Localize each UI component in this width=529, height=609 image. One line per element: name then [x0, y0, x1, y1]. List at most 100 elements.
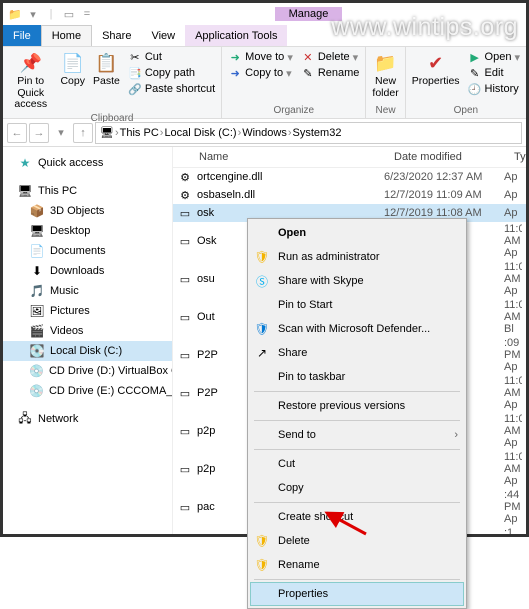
this-pc[interactable]: 🖥This PC	[3, 181, 172, 201]
pin-to-quick-access-button[interactable]: 📌 Pin to Quick access	[7, 49, 54, 113]
nav-sidebar: ★Quick access 🖥This PC 📦3D Objects🖥Deskt…	[3, 147, 173, 534]
ctx-separator	[254, 449, 460, 450]
network-icon: 🖧	[17, 411, 33, 427]
properties-button[interactable]: ✔ Properties	[410, 49, 462, 90]
shield-icon: 🛡	[254, 533, 270, 549]
delete-button[interactable]: ✕Delete▾	[299, 49, 362, 65]
sidebar-item[interactable]: 🖼Pictures	[3, 301, 172, 321]
qat-item-icon[interactable]: ▭	[61, 6, 77, 22]
paste-shortcut-button[interactable]: 🔗Paste shortcut	[126, 81, 217, 97]
crumb-this-pc[interactable]: This PC	[120, 127, 159, 139]
ctx-share-skype[interactable]: ⓈShare with Skype	[250, 269, 464, 293]
ctx-separator	[254, 391, 460, 392]
tab-home[interactable]: Home	[41, 25, 92, 46]
crumb-windows[interactable]: Windows	[242, 127, 287, 139]
up-button[interactable]: ↑	[73, 123, 93, 143]
cut-button[interactable]: ✂Cut	[126, 49, 217, 65]
column-header[interactable]: Name Date modified Ty	[173, 147, 526, 168]
ctx-copy[interactable]: Copy	[250, 476, 464, 500]
ctx-pin-to-taskbar[interactable]: Pin to taskbar	[250, 365, 464, 389]
ctx-run-as-admin[interactable]: 🛡Run as administrator	[250, 245, 464, 269]
copy-icon: 📄	[61, 51, 85, 75]
recent-button[interactable]: ▾	[51, 123, 71, 143]
network[interactable]: 🖧Network	[3, 409, 172, 429]
cut-icon: ✂	[128, 50, 142, 64]
file-row[interactable]: ⚙osbaseln.dll12/7/2019 11:09 AMAp	[173, 186, 526, 204]
contextual-tab-manage[interactable]: Manage	[275, 7, 343, 21]
rename-button[interactable]: ✎Rename	[299, 65, 362, 81]
forward-button[interactable]: →	[29, 123, 49, 143]
copy-button[interactable]: 📄 Copy	[58, 49, 87, 90]
ctx-separator	[254, 579, 460, 580]
open-button[interactable]: ▶Open▾	[466, 49, 522, 65]
sidebar-item[interactable]: 💿CD Drive (E:) CCCOMA_X64FRE_	[3, 381, 172, 401]
tab-share[interactable]: Share	[92, 25, 141, 46]
move-to-button[interactable]: ➜Move to▾	[226, 49, 295, 65]
col-name[interactable]: Name	[173, 147, 388, 167]
ribbon-group-organize: ➜Move to▾ ➜Copy to▾ ✕Delete▾ ✎Rename Org…	[222, 47, 366, 118]
history-button[interactable]: 🕘History	[466, 81, 522, 97]
sidebar-item[interactable]: 📄Documents	[3, 241, 172, 261]
folder-icon: 💽	[29, 343, 45, 359]
paste-shortcut-icon: 🔗	[128, 82, 142, 96]
dropdown-icon: ▾	[353, 51, 359, 64]
sidebar-item[interactable]: 💿CD Drive (D:) VirtualBox Guest A	[3, 361, 172, 381]
ctx-cut[interactable]: Cut	[250, 452, 464, 476]
paste-icon: 📋	[94, 51, 118, 75]
sidebar-item[interactable]: 📦3D Objects	[3, 201, 172, 221]
col-date[interactable]: Date modified	[388, 147, 508, 167]
address-bar[interactable]: 🖥 › This PC› Local Disk (C:)› Windows› S…	[95, 122, 522, 144]
title-bar: 📁 ▾ | ▭ = Manage	[3, 3, 526, 25]
ctx-restore-versions[interactable]: Restore previous versions	[250, 394, 464, 418]
blank-icon	[254, 509, 270, 525]
ctx-separator	[254, 502, 460, 503]
folder-icon: 🖥	[29, 223, 45, 239]
file-row[interactable]: ⚙ortcengine.dll6/23/2020 12:37 AMAp	[173, 168, 526, 186]
crumb-system32[interactable]: System32	[293, 127, 342, 139]
folder-icon: 🎵	[29, 283, 45, 299]
sidebar-item[interactable]: 🎵Music	[3, 281, 172, 301]
ctx-pin-to-start[interactable]: Pin to Start	[250, 293, 464, 317]
star-icon: ★	[17, 155, 33, 171]
sidebar-item[interactable]: 🖥Desktop	[3, 221, 172, 241]
ctx-create-shortcut[interactable]: Create shortcut	[250, 505, 464, 529]
ctx-properties[interactable]: Properties	[250, 582, 464, 606]
tab-application-tools[interactable]: Application Tools	[185, 25, 287, 46]
folder-icon: 💿	[29, 363, 44, 379]
open-icon: ▶	[468, 50, 482, 64]
tab-file[interactable]: File	[3, 25, 41, 46]
file-icon: ▭	[177, 499, 193, 515]
ctx-scan-defender[interactable]: 🛡Scan with Microsoft Defender...	[250, 317, 464, 341]
file-icon: ▭	[177, 461, 193, 477]
ribbon-group-new: 📁 New folder New	[366, 47, 405, 118]
shield-icon: 🛡	[254, 249, 270, 265]
crumb-local-disk[interactable]: Local Disk (C:)	[164, 127, 236, 139]
qat-sep: |	[43, 6, 59, 22]
blank-icon	[254, 456, 270, 472]
ctx-open[interactable]: Open	[250, 221, 464, 245]
navigation-bar: ← → ▾ ↑ 🖥 › This PC› Local Disk (C:)› Wi…	[3, 119, 526, 147]
blank-icon	[254, 586, 270, 602]
back-button[interactable]: ←	[7, 123, 27, 143]
file-icon: ⚙	[177, 169, 193, 185]
dropdown-icon: ▾	[514, 51, 520, 64]
edit-button[interactable]: ✎Edit	[466, 65, 522, 81]
ctx-rename[interactable]: 🛡Rename	[250, 553, 464, 577]
tab-view[interactable]: View	[141, 25, 185, 46]
col-type[interactable]: Ty	[508, 147, 526, 167]
ctx-send-to[interactable]: Send to›	[250, 423, 464, 447]
ctx-separator	[254, 420, 460, 421]
new-folder-button[interactable]: 📁 New folder	[370, 49, 400, 101]
sidebar-item[interactable]: 🎬Videos	[3, 321, 172, 341]
qat-eq-icon[interactable]: =	[79, 6, 95, 22]
sidebar-item[interactable]: 💽Local Disk (C:)	[3, 341, 172, 361]
ctx-delete[interactable]: 🛡Delete	[250, 529, 464, 553]
paste-button[interactable]: 📋 Paste	[91, 49, 122, 90]
sidebar-item[interactable]: ⬇Downloads	[3, 261, 172, 281]
quick-access[interactable]: ★Quick access	[3, 153, 172, 173]
copy-to-button[interactable]: ➜Copy to▾	[226, 65, 295, 81]
qat-down-icon[interactable]: ▾	[25, 6, 41, 22]
dropdown-icon: ▾	[287, 51, 293, 64]
copy-path-button[interactable]: 📑Copy path	[126, 65, 217, 81]
ctx-share[interactable]: ↗Share	[250, 341, 464, 365]
